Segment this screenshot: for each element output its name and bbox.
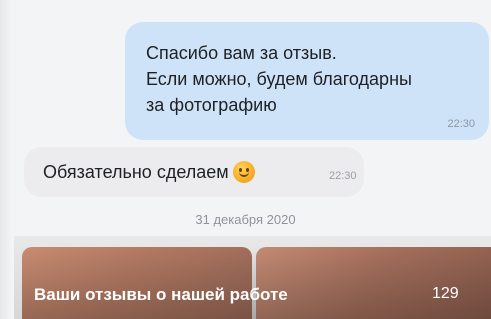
date-separator: 31 декабря 2020 [195, 212, 296, 227]
message-line: Спасибо вам за отзыв. [146, 43, 337, 63]
message-text: Обязательно сделаем [43, 162, 229, 182]
message-time: 22:30 [329, 170, 357, 182]
message-time: 22:30 [447, 118, 475, 130]
message-line: за фотографию [146, 95, 277, 115]
message-line: Если можно, будем благодарны [146, 69, 412, 89]
album-count: 129 [432, 285, 459, 302]
outgoing-message-bubble[interactable]: Спасибо вам за отзыв. Если можно, будем … [125, 22, 489, 140]
album-overlay [22, 247, 491, 319]
left-edge [0, 0, 12, 319]
smiling-face-icon [232, 161, 255, 183]
incoming-message-bubble[interactable]: Обязательно сделаем 22:30 [24, 147, 364, 197]
album-title[interactable]: Ваши отзывы о нашей работе [34, 285, 288, 305]
chat-view: Спасибо вам за отзыв. Если можно, будем … [0, 0, 491, 319]
